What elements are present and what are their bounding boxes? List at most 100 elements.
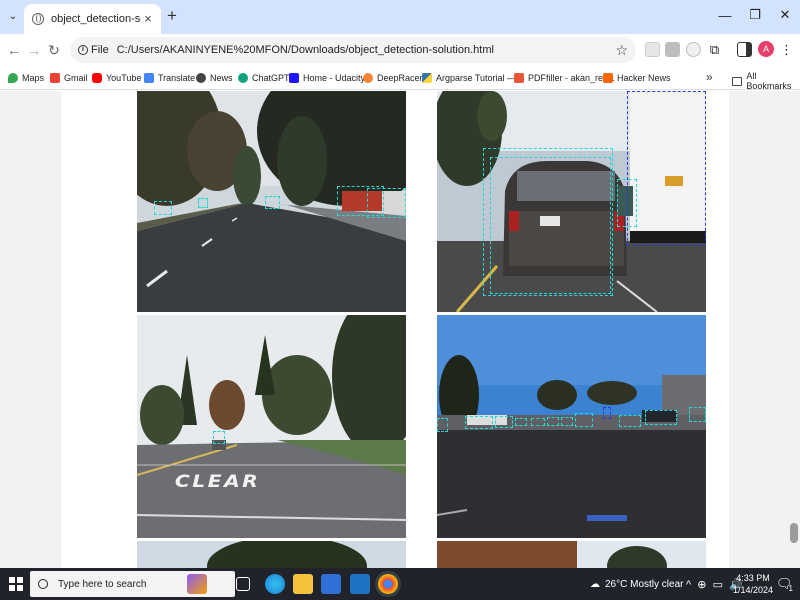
udacity-icon — [289, 73, 299, 83]
detection-result-3: CLEAR — [137, 315, 406, 538]
puzzle-icon[interactable]: ⧉ — [707, 42, 722, 57]
detection-box — [154, 201, 172, 215]
road-marking-text: CLEAR — [174, 472, 261, 492]
weather-widget[interactable]: ☁ 26°C Mostly clear — [590, 568, 683, 600]
globe-icon — [32, 13, 44, 25]
detection-box — [213, 431, 225, 444]
search-placeholder: Type here to search — [58, 578, 147, 590]
bookmark-pdffiller[interactable]: PDFfiller - akan_res... — [514, 71, 615, 85]
detection-box — [265, 196, 280, 209]
close-icon[interactable]: ✕ — [770, 0, 800, 30]
road-scene — [207, 541, 367, 568]
folder-icon — [732, 76, 743, 86]
deepracer-icon — [363, 73, 373, 83]
detection-box — [575, 413, 593, 427]
translate-icon — [144, 73, 154, 83]
detection-box-truck — [627, 91, 706, 246]
detection-result-6 — [437, 541, 706, 568]
bookmark-news[interactable]: News — [196, 71, 233, 85]
restore-icon[interactable]: ❐ — [740, 0, 770, 30]
tab-title: object_detection-solution — [51, 13, 141, 25]
notification-count: 1 — [788, 583, 793, 593]
bookmark-deepracer[interactable]: DeepRacer — [363, 71, 423, 85]
detection-result-2 — [437, 91, 706, 312]
road-scene — [437, 541, 706, 568]
taskbar-clock[interactable]: 4:33 PM 1/14/2024 — [728, 572, 778, 596]
bookmark-gmail[interactable]: Gmail — [50, 71, 88, 85]
reload-icon[interactable]: ↻ — [46, 42, 62, 58]
hackernews-icon — [603, 73, 613, 83]
store-icon[interactable] — [321, 574, 341, 594]
pdffiller-icon — [514, 73, 524, 83]
tab-strip: ⌄ object_detection-solution × + — ❐ ✕ — [0, 0, 800, 34]
clock-time: 4:33 PM — [736, 573, 770, 583]
edge-icon[interactable] — [265, 574, 285, 594]
youtube-icon — [92, 73, 102, 83]
notification-icon[interactable]: 🗨 1 — [776, 568, 793, 600]
new-tab-icon[interactable]: + — [164, 7, 180, 24]
detection-box — [547, 417, 559, 426]
detection-box — [367, 188, 406, 218]
bookmark-argparse[interactable]: Argparse Tutorial —... — [422, 71, 524, 85]
detection-result-5 — [137, 541, 406, 568]
bookmark-hackernews[interactable]: Hacker News — [603, 71, 671, 85]
bookmark-chatgpt[interactable]: ChatGPT — [238, 71, 290, 85]
minimize-icon[interactable]: — — [710, 0, 740, 30]
extension-icon[interactable] — [665, 42, 680, 57]
windows-taskbar: Type here to search ☁ 26°C Mostly clear … — [0, 568, 800, 600]
detection-box — [561, 417, 573, 426]
gmail-icon — [50, 73, 60, 83]
weather-text: 26°C Mostly clear — [605, 578, 684, 590]
bookmark-maps[interactable]: Maps — [8, 71, 44, 85]
sidepanel-icon[interactable] — [737, 42, 752, 57]
browser-toolbar: ← → ↻ i File C:/Users/AKANINYENE%20MFON/… — [0, 34, 800, 66]
all-bookmarks[interactable]: All Bookmarks — [732, 71, 800, 91]
bookmark-translate[interactable]: Translate — [144, 71, 195, 85]
python-icon — [422, 73, 432, 83]
profile-avatar[interactable]: A — [758, 41, 774, 57]
window-controls: — ❐ ✕ — [710, 0, 800, 30]
detection-box — [645, 410, 677, 425]
bookmark-star-icon[interactable]: ☆ — [615, 42, 628, 59]
detection-box — [531, 418, 545, 426]
url-text[interactable]: C:/Users/AKANINYENE%20MFON/Downloads/obj… — [117, 44, 616, 56]
menu-icon[interactable]: ⋮ — [779, 42, 794, 57]
bookmark-udacity[interactable]: Home - Udacity — [289, 71, 365, 85]
file-explorer-icon[interactable] — [293, 574, 313, 594]
windows-start-icon[interactable] — [9, 577, 23, 591]
bookmark-youtube[interactable]: YouTube — [92, 71, 141, 85]
chatgpt-icon — [238, 73, 248, 83]
back-icon[interactable]: ← — [6, 42, 22, 58]
search-icon — [38, 579, 48, 589]
detection-box — [490, 157, 611, 294]
detection-box — [619, 415, 641, 427]
detection-result-4 — [437, 315, 706, 538]
tab-object-detection[interactable]: object_detection-solution × — [24, 4, 161, 34]
detection-box — [603, 407, 611, 419]
chrome-icon[interactable] — [378, 574, 398, 594]
news-icon — [196, 73, 206, 83]
widget-app-icon[interactable] — [187, 574, 207, 594]
tab-search-icon[interactable]: ⌄ — [4, 7, 22, 25]
detection-box — [198, 198, 208, 208]
address-bar[interactable]: i File C:/Users/AKANINYENE%20MFON/Downlo… — [70, 37, 636, 63]
close-tab-icon[interactable]: × — [141, 12, 155, 26]
scrollbar-thumb[interactable] — [790, 523, 798, 543]
extension-icon[interactable] — [686, 42, 701, 57]
detection-box — [689, 407, 706, 422]
task-view-icon[interactable] — [236, 577, 250, 591]
page-scrollbar[interactable] — [788, 91, 800, 568]
weather-icon: ☁ — [590, 578, 600, 590]
extension-icon[interactable] — [645, 42, 660, 57]
detection-result-1 — [137, 91, 406, 312]
forward-icon[interactable]: → — [26, 42, 42, 58]
info-icon[interactable]: i — [78, 45, 88, 55]
road-scene — [137, 315, 406, 538]
detection-box — [515, 418, 527, 426]
chevron-right-icon[interactable]: » — [706, 70, 713, 84]
mail-icon[interactable] — [350, 574, 370, 594]
url-scheme-label: File — [91, 44, 109, 56]
maps-icon — [8, 73, 18, 83]
clock-date: 1/14/2024 — [732, 585, 774, 595]
detection-box — [437, 418, 448, 432]
